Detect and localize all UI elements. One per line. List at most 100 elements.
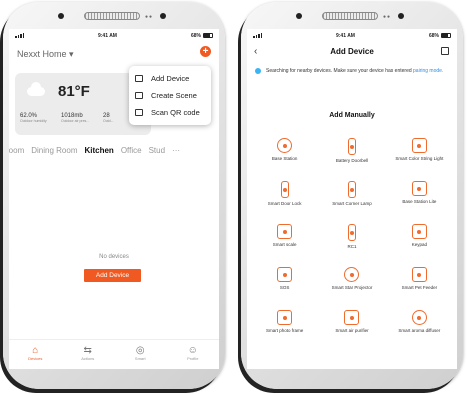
scan-icon[interactable] xyxy=(441,47,449,55)
tab-label: Profile xyxy=(187,356,199,361)
signal-icon xyxy=(253,33,262,38)
status-bar: 9:41 AM 68% xyxy=(247,29,457,42)
device-type-item[interactable]: Smart Door Lock xyxy=(251,179,318,219)
camera-icon xyxy=(296,13,302,19)
device-type-item[interactable]: Base Station xyxy=(251,136,318,176)
status-time: 9:41 AM xyxy=(335,32,355,39)
status-bar: 9:41 AM 68% xyxy=(9,29,219,42)
profile-icon: ☺ xyxy=(187,345,198,356)
tab-label: Actions xyxy=(81,356,95,361)
home-icon: ⌂ xyxy=(32,345,39,356)
device-label: Smart scale xyxy=(272,242,297,247)
device-icon xyxy=(347,224,356,241)
device-label: Battery Doorbell xyxy=(335,158,369,163)
device-label: Smart Door Lock xyxy=(267,201,302,206)
actions-icon: ⇆ xyxy=(83,345,92,356)
device-label: Keypad xyxy=(411,242,427,247)
room-tabs: room Dining Room Kitchen Office Stud ··· xyxy=(9,146,216,155)
menu-item-scan-qr[interactable]: Scan QR code xyxy=(135,104,205,121)
status-time: 9:41 AM xyxy=(97,32,117,39)
add-device-screen: 9:41 AM 68% ‹ Add Device Searching for n… xyxy=(247,29,457,369)
device-type-item[interactable]: Base Station Lite xyxy=(386,179,453,219)
device-label: Smart air purifier xyxy=(335,328,369,333)
device-label: Base Station Lite xyxy=(402,199,437,204)
bluetooth-icon xyxy=(255,68,261,74)
device-type-item[interactable]: Smart Star Projector xyxy=(318,265,385,305)
menu-label: Create Scene xyxy=(151,91,197,100)
device-label: Smart Corner Lamp xyxy=(332,201,372,206)
device-icon xyxy=(277,224,293,239)
device-icon xyxy=(411,267,427,282)
tab-profile[interactable]: ☺ Profile xyxy=(167,340,220,369)
phone-home: ●● 9:41 AM 68% Nexxt Home ▾ + 81°F 62.0%… xyxy=(3,2,225,389)
speaker-grille xyxy=(322,12,378,20)
pressure-stat: 1018mb Outdoor air pres... xyxy=(61,113,89,123)
home-screen: 9:41 AM 68% Nexxt Home ▾ + 81°F 62.0% Out… xyxy=(9,29,219,369)
add-menu-popup: Add Device Create Scene Scan QR code xyxy=(129,66,211,125)
device-type-item[interactable]: Keypad xyxy=(386,222,453,262)
device-icon xyxy=(411,138,427,153)
create-scene-icon xyxy=(135,92,143,99)
device-type-item[interactable]: Battery Doorbell xyxy=(318,136,385,176)
battery-icon xyxy=(202,32,213,38)
device-icon xyxy=(277,267,293,282)
menu-label: Scan QR code xyxy=(151,108,200,117)
device-label: SOS xyxy=(279,285,290,290)
sensor-dots: ●● xyxy=(383,14,392,20)
device-label: RC1 xyxy=(347,244,357,249)
tab-office[interactable]: Office xyxy=(121,146,142,155)
device-type-item[interactable]: RC1 xyxy=(318,222,385,262)
camera-icon xyxy=(160,13,166,19)
empty-state-text: No devices xyxy=(99,254,129,260)
chevron-down-icon: ▾ xyxy=(69,49,74,59)
device-label: Smart photo frame xyxy=(266,328,304,333)
battery-percent: 68% xyxy=(190,32,201,39)
device-icon xyxy=(411,181,427,196)
add-device-button[interactable]: Add Device xyxy=(84,269,141,282)
menu-item-add-device[interactable]: Add Device xyxy=(135,70,205,87)
search-text: Searching for nearby devices. Make sure … xyxy=(266,68,412,74)
device-label: Smart Pet Feeder xyxy=(401,285,438,290)
scan-qr-icon xyxy=(135,109,143,116)
tab-smart[interactable]: ◎ Smart xyxy=(114,340,167,369)
search-status: Searching for nearby devices. Make sure … xyxy=(255,67,451,75)
humidity-label: Outdoor humidity xyxy=(20,119,47,123)
tab-dining-room[interactable]: Dining Room xyxy=(31,146,77,155)
device-grid: Base Station Battery Doorbell Smart Color … xyxy=(251,136,453,348)
device-type-item[interactable]: Smart air purifier xyxy=(318,308,385,348)
device-type-item[interactable]: Smart photo frame xyxy=(251,308,318,348)
camera-icon xyxy=(58,13,64,19)
sensor-dots: ●● xyxy=(145,14,154,20)
device-label: Base Station xyxy=(271,156,298,161)
tab-devices[interactable]: ⌂ Devices xyxy=(9,340,62,369)
tab-room[interactable]: room xyxy=(9,146,24,155)
page-title: Add Device xyxy=(330,47,374,56)
tab-study[interactable]: Stud xyxy=(149,146,165,155)
device-icon xyxy=(344,310,360,325)
menu-item-create-scene[interactable]: Create Scene xyxy=(135,87,205,104)
device-icon xyxy=(411,224,427,239)
signal-icon xyxy=(15,33,24,38)
device-icon xyxy=(344,267,360,282)
device-type-item[interactable]: SOS xyxy=(251,265,318,305)
more-rooms-button[interactable]: ··· xyxy=(172,146,180,155)
tab-actions[interactable]: ⇆ Actions xyxy=(62,340,115,369)
third-stat: 28 Outd... xyxy=(103,113,114,123)
phone-add-device: ●● 9:41 AM 68% ‹ Add Device Searching fo… xyxy=(241,2,463,389)
device-type-item[interactable]: Smart Pet Feeder xyxy=(386,265,453,305)
cloud-icon xyxy=(27,82,45,96)
device-label: Smart Color String Light xyxy=(395,156,444,161)
add-icon-button[interactable]: + xyxy=(200,46,211,57)
device-label: Smart Star Projector xyxy=(331,285,373,290)
tab-kitchen[interactable]: Kitchen xyxy=(84,146,113,155)
speaker-grille xyxy=(84,12,140,20)
device-icon xyxy=(277,310,293,325)
home-selector[interactable]: Nexxt Home ▾ xyxy=(17,49,74,60)
pairing-mode-link[interactable]: pairing mode. xyxy=(413,68,443,74)
device-type-item[interactable]: Smart aroma diffuser xyxy=(386,308,453,348)
device-type-item[interactable]: Smart Color String Light xyxy=(386,136,453,176)
device-type-item[interactable]: Smart scale xyxy=(251,222,318,262)
device-type-item[interactable]: Smart Corner Lamp xyxy=(318,179,385,219)
third-label: Outd... xyxy=(103,119,114,123)
device-icon xyxy=(411,310,427,325)
